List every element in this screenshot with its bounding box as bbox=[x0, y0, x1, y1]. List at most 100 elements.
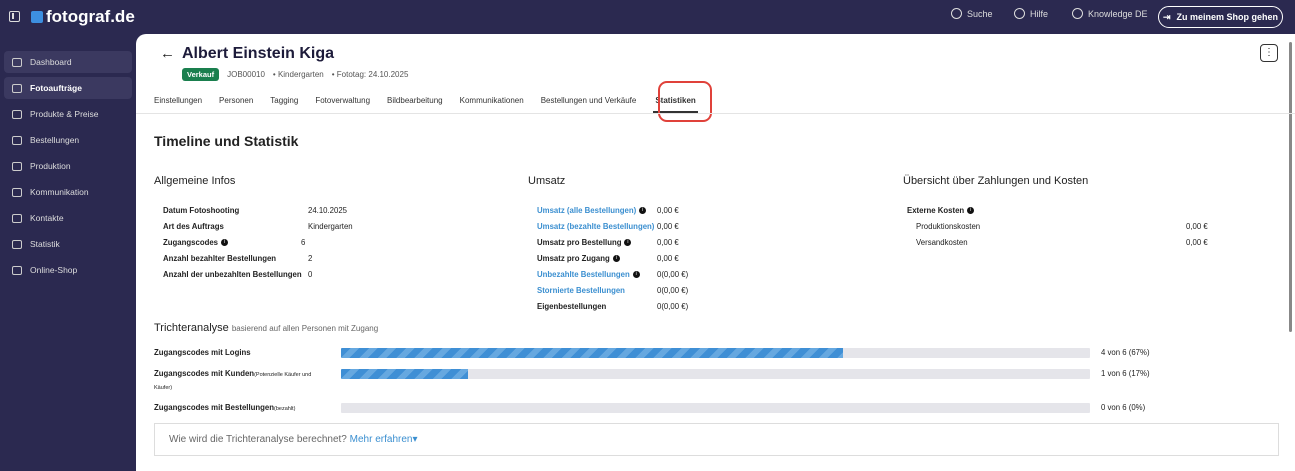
funnel-note: (bezahlt) bbox=[274, 406, 296, 412]
label-wrap: Unbezahlte Bestellungen i bbox=[537, 270, 657, 279]
funnel-progress-fill bbox=[341, 369, 469, 379]
funnel-label: Zugangscodes mit Kunden bbox=[154, 369, 255, 378]
sidebar-item-photo-jobs[interactable]: Fotoaufträge bbox=[4, 77, 132, 99]
user-circle-icon bbox=[1072, 8, 1083, 19]
tab-6[interactable]: Bestellungen und Verkäufe bbox=[541, 96, 637, 113]
revenue-section: Umsatz Umsatz (alle Bestellungen) i 0,00 € U… bbox=[528, 175, 688, 314]
revenue-row: Umsatz pro Zugang i 0,00 € bbox=[537, 250, 688, 266]
funnel-value: 4 von 6 (67%) bbox=[1101, 348, 1150, 357]
back-arrow-icon[interactable]: ← bbox=[160, 45, 175, 62]
tab-1[interactable]: Personen bbox=[219, 96, 253, 113]
row-value: 0,00 € bbox=[657, 237, 679, 247]
sidebar: Dashboard Fotoaufträge Produkte & Preise Be… bbox=[0, 50, 136, 285]
sidebar-item-label: Online-Shop bbox=[30, 265, 78, 275]
row-label: Datum Fotoshooting bbox=[163, 205, 240, 215]
info-row: Datum Fotoshooting 24.10.2025 bbox=[163, 202, 353, 218]
row-value: 0,00 € bbox=[1186, 237, 1208, 247]
row-label: Umsatz pro Zugang bbox=[537, 253, 610, 263]
sidebar-item-online-shop[interactable]: Online-Shop bbox=[4, 259, 132, 281]
revenue-row: Umsatz (bezahlte Bestellungen) 0,00 € bbox=[537, 218, 688, 234]
info-icon[interactable]: i bbox=[624, 238, 632, 246]
job-id: JOB00010 bbox=[227, 70, 265, 79]
cost-row: Versandkosten 0,00 € bbox=[916, 234, 1208, 250]
tab-0[interactable]: Einstellungen bbox=[154, 96, 202, 113]
sidebar-item-statistics[interactable]: Statistik bbox=[4, 233, 132, 255]
sidebar-item-label: Kontakte bbox=[30, 213, 64, 223]
row-value: 0(0,00 €) bbox=[657, 269, 689, 279]
go-to-shop-button[interactable]: ⇥ Zu meinem Shop gehen bbox=[1158, 6, 1283, 28]
production-icon bbox=[12, 161, 22, 171]
sidebar-item-label: Statistik bbox=[30, 239, 60, 249]
logo-icon bbox=[31, 11, 43, 23]
info-icon[interactable]: i bbox=[221, 238, 229, 246]
sidebar-item-dashboard[interactable]: Dashboard bbox=[4, 51, 132, 73]
help-link[interactable]: Hilfe bbox=[1014, 8, 1048, 19]
tab-2[interactable]: Tagging bbox=[270, 96, 298, 113]
funnel-title: Trichteranalyse basierend auf allen Pers… bbox=[154, 322, 378, 334]
sidebar-item-products[interactable]: Produkte & Preise bbox=[4, 103, 132, 125]
row-value: 24.10.2025 bbox=[308, 205, 348, 215]
row-label: Zugangscodes bbox=[163, 237, 219, 247]
sidebar-item-production[interactable]: Produktion bbox=[4, 155, 132, 177]
funnel-progress-fill bbox=[341, 348, 843, 358]
funnel-progress-bar bbox=[341, 369, 1090, 379]
general-info-section: Allgemeine Infos Datum Fotoshooting 24.10.… bbox=[154, 175, 353, 282]
row-value: 0(0,00 €) bbox=[657, 301, 689, 311]
label-wrap: Umsatz pro Bestellung i bbox=[537, 238, 657, 247]
funnel-progress-bar bbox=[341, 403, 1090, 413]
products-icon bbox=[12, 109, 22, 119]
tab-bar: Einstellungen Personen Tagging Fotoverwaltu… bbox=[154, 96, 715, 113]
info-icon[interactable]: i bbox=[632, 270, 640, 278]
funnel-value: 1 von 6 (17%) bbox=[1101, 369, 1150, 378]
label-wrap: Umsatz pro Zugang i bbox=[537, 254, 657, 263]
sidebar-toggle-icon[interactable] bbox=[9, 11, 20, 22]
more-menu-button[interactable]: ⋮ bbox=[1260, 44, 1278, 62]
info-row: Anzahl der unbezahlten Bestellungen 0 bbox=[163, 266, 353, 282]
info-row: Art des Auftrags Kindergarten bbox=[163, 218, 353, 234]
label-wrap: Stornierte Bestellungen bbox=[537, 286, 657, 295]
logo[interactable]: fotograf.de bbox=[31, 7, 135, 27]
photo-date: • Fototag: 24.10.2025 bbox=[331, 70, 409, 79]
explanation-text: Wie wird die Trichteranalyse berechnet? bbox=[169, 434, 347, 445]
revenue-row: Umsatz (alle Bestellungen) i 0,00 € bbox=[537, 202, 688, 218]
row-value: 0,00 € bbox=[657, 253, 679, 263]
row-value: 0,00 € bbox=[657, 221, 679, 231]
revenue-link[interactable]: Umsatz (bezahlte Bestellungen) bbox=[537, 222, 654, 231]
external-costs-label: Externe Kosten bbox=[907, 205, 965, 215]
info-icon[interactable]: i bbox=[639, 206, 647, 214]
info-row: Zugangscodes i 6 bbox=[163, 234, 353, 250]
revenue-link[interactable]: Umsatz (alle Bestellungen) bbox=[537, 206, 636, 215]
funnel-row-label: Zugangscodes mit Kunden(Potenzielle Käuf… bbox=[154, 368, 329, 394]
dashboard-icon bbox=[12, 57, 22, 67]
funnel-row-label: Zugangscodes mit Bestellungen(bezahlt) bbox=[154, 402, 329, 415]
tab-4[interactable]: Bildbearbeitung bbox=[387, 96, 443, 113]
divider bbox=[136, 113, 1295, 114]
communication-icon bbox=[12, 187, 22, 197]
status-badge: Verkauf bbox=[182, 68, 220, 81]
cost-row: Produktionskosten 0,00 € bbox=[916, 218, 1208, 234]
sidebar-item-label: Bestellungen bbox=[30, 135, 80, 145]
sidebar-item-contacts[interactable]: Kontakte bbox=[4, 207, 132, 229]
sidebar-item-orders[interactable]: Bestellungen bbox=[4, 129, 132, 151]
funnel-label: Zugangscodes mit Bestellungen bbox=[154, 403, 275, 412]
label-wrap: Eigenbestellungen bbox=[537, 302, 657, 311]
highlight-annotation bbox=[658, 81, 712, 122]
search-link[interactable]: Suche bbox=[951, 8, 993, 19]
row-value: Kindergarten bbox=[308, 221, 353, 231]
funnel-explanation-box: Wie wird die Trichteranalyse berechnet? … bbox=[154, 423, 1279, 456]
revenue-link[interactable]: Stornierte Bestellungen bbox=[537, 286, 625, 295]
revenue-link[interactable]: Unbezahlte Bestellungen bbox=[537, 270, 630, 279]
tab-5[interactable]: Kommunikationen bbox=[460, 96, 524, 113]
learn-more-link[interactable]: Mehr erfahren▾ bbox=[350, 434, 418, 445]
info-icon[interactable]: i bbox=[612, 254, 620, 262]
info-icon[interactable]: i bbox=[967, 206, 975, 214]
tab-3[interactable]: Fotoverwaltung bbox=[315, 96, 370, 113]
row-value: 6 bbox=[301, 237, 306, 247]
scrollbar[interactable] bbox=[1289, 42, 1292, 332]
row-label: Produktionskosten bbox=[916, 221, 981, 231]
funnel-progress-bar bbox=[341, 348, 1090, 358]
sidebar-item-communication[interactable]: Kommunikation bbox=[4, 181, 132, 203]
info-row: Anzahl bezahlter Bestellungen 2 bbox=[163, 250, 353, 266]
knowledge-link[interactable]: Knowledge DE bbox=[1072, 8, 1148, 19]
row-value: 2 bbox=[308, 253, 313, 263]
